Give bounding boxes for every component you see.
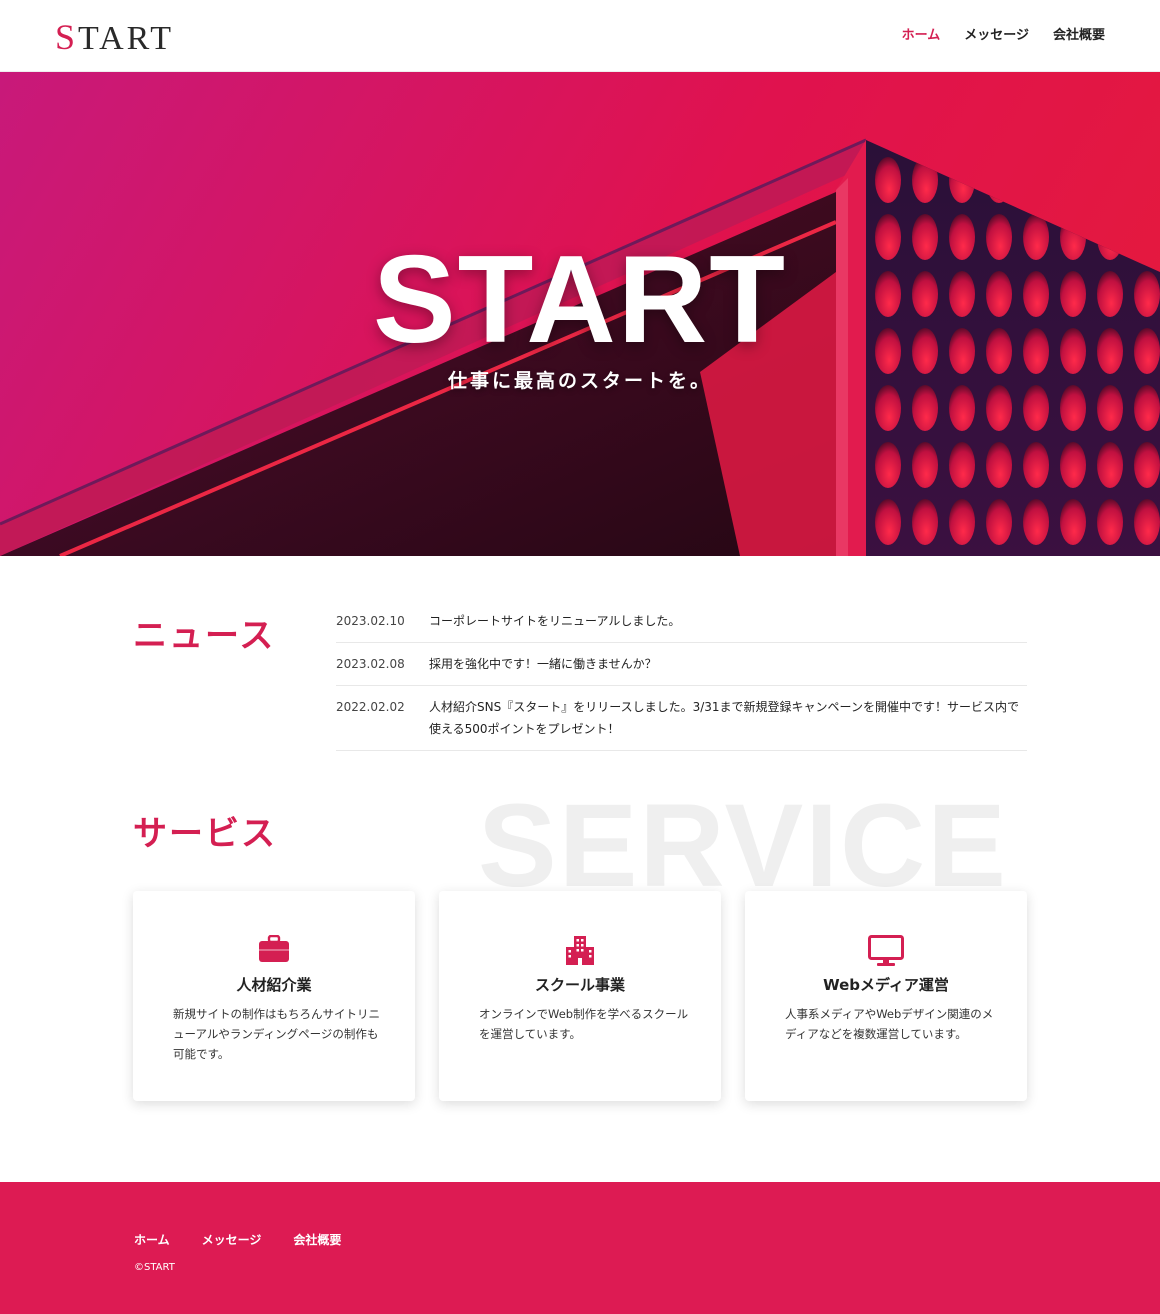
site-header: START ホーム メッセージ 会社概要	[0, 0, 1160, 72]
news-item[interactable]: 2022.02.02 人材紹介SNS『スタート』をリリースしました。3/31まで…	[336, 686, 1027, 751]
service-card-media[interactable]: Webメディア運営 人事系メディアやWebデザイン関連のメディアなどを複数運営し…	[745, 891, 1027, 1101]
hero-section: START 仕事に最高のスタートを。	[0, 72, 1160, 556]
card-title: Webメディア運営	[823, 976, 949, 994]
news-list: 2023.02.10 コーポレートサイトをリニューアルしました。 2023.02…	[336, 600, 1027, 751]
card-title: 人材紹介業	[236, 976, 312, 994]
main-nav: ホーム メッセージ 会社概要	[902, 27, 1105, 45]
news-item[interactable]: 2023.02.10 コーポレートサイトをリニューアルしました。	[336, 600, 1027, 643]
service-watermark: SERVICE	[478, 780, 1008, 912]
nav-home-link[interactable]: ホーム	[902, 27, 941, 45]
copyright: ©START	[134, 1262, 175, 1273]
news-text: 採用を強化中です！一緒に働きませんか？	[429, 657, 657, 671]
service-card-school[interactable]: スクール事業 オンラインでWeb制作を学べるスクールを運営しています。	[439, 891, 721, 1101]
hero-subtitle: 仕事に最高のスタートを。	[447, 370, 712, 392]
hero-title: START	[372, 231, 788, 369]
briefcase-icon	[133, 935, 415, 963]
news-date: 2023.02.10	[336, 614, 405, 628]
news-text: 人材紹介SNS『スタート』をリリースしました。3/31まで新規登録キャンペーンを…	[429, 700, 1019, 736]
logo-initial: S	[55, 17, 79, 57]
building-icon	[439, 935, 721, 965]
logo-rest: TART	[78, 20, 175, 57]
news-heading: ニュース	[133, 616, 276, 656]
footer-home-link[interactable]: ホーム	[134, 1231, 170, 1248]
monitor-icon	[745, 935, 1027, 967]
footer-company-link[interactable]: 会社概要	[293, 1231, 341, 1248]
nav-message-link[interactable]: メッセージ	[964, 27, 1029, 45]
service-heading: サービス	[133, 814, 277, 854]
news-item[interactable]: 2023.02.08 採用を強化中です！一緒に働きませんか？	[336, 643, 1027, 686]
site-footer: ホーム メッセージ 会社概要 ©START	[0, 1182, 1160, 1314]
news-text: コーポレートサイトをリニューアルしました。	[429, 614, 681, 628]
nav-company-link[interactable]: 会社概要	[1053, 27, 1105, 45]
service-cards: 人材紹介業 新規サイトの制作はもちろんサイトリニューアルやランディングページの制…	[133, 891, 1027, 1101]
card-text: 新規サイトの制作はもちろんサイトリニューアルやランディングページの制作も可能です…	[173, 1007, 380, 1061]
news-date: 2023.02.08	[336, 657, 405, 671]
footer-message-link[interactable]: メッセージ	[202, 1231, 262, 1248]
card-text: 人事系メディアやWebデザイン関連のメディアなどを複数運営しています。	[785, 1007, 994, 1041]
news-date: 2022.02.02	[336, 700, 405, 714]
service-card-recruitment[interactable]: 人材紹介業 新規サイトの制作はもちろんサイトリニューアルやランディングページの制…	[133, 891, 415, 1101]
card-text: オンラインでWeb制作を学べるスクールを運営しています。	[479, 1007, 689, 1041]
card-title: スクール事業	[534, 976, 625, 994]
site-logo[interactable]: START	[55, 18, 174, 58]
footer-nav: ホーム メッセージ 会社概要	[134, 1231, 341, 1248]
